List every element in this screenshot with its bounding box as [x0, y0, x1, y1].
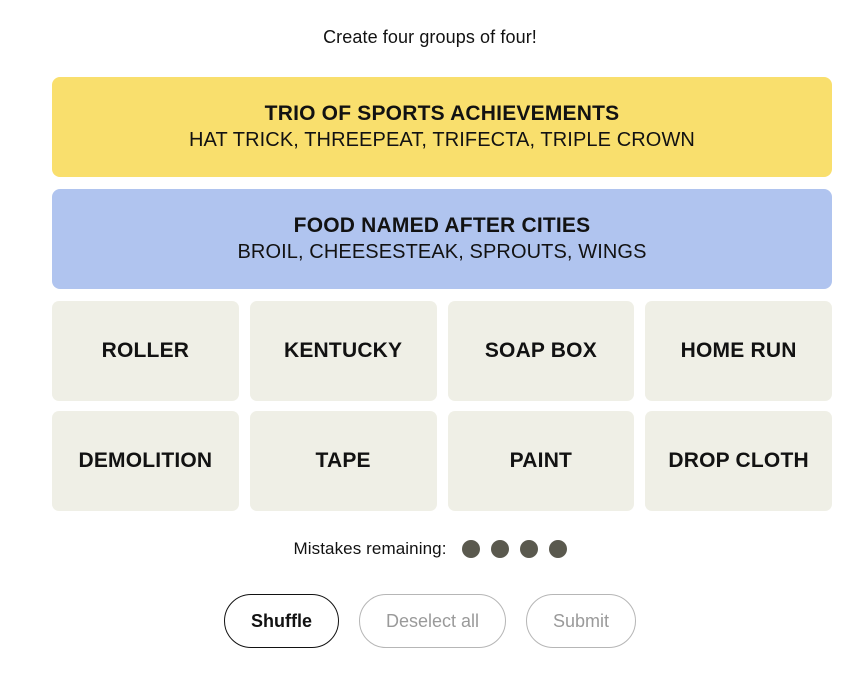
- solved-group-yellow: TRIO OF SPORTS ACHIEVEMENTS HAT TRICK, T…: [52, 77, 832, 177]
- solved-group-title: FOOD NAMED AFTER CITIES: [293, 214, 591, 237]
- deselect-all-button[interactable]: Deselect all: [358, 594, 506, 648]
- mistake-dot: [519, 540, 538, 558]
- connections-game: Create four groups of four! TRIO OF SPOR…: [0, 0, 860, 673]
- word-tile[interactable]: TAPE: [249, 411, 437, 511]
- solved-group-title: TRIO OF SPORTS ACHIEVEMENTS: [264, 102, 620, 125]
- word-tile[interactable]: HOME RUN: [645, 301, 832, 401]
- mistake-dot: [461, 540, 480, 558]
- shuffle-button[interactable]: Shuffle: [223, 594, 339, 648]
- word-tile[interactable]: DROP CLOTH: [645, 411, 832, 511]
- word-tile[interactable]: ROLLER: [52, 301, 239, 401]
- solved-groups-container: TRIO OF SPORTS ACHIEVEMENTS HAT TRICK, T…: [52, 77, 832, 301]
- page-title: Create four groups of four!: [323, 27, 537, 47]
- solved-group-words: HAT TRICK, THREEPEAT, TRIFECTA, TRIPLE C…: [189, 129, 695, 151]
- word-tile[interactable]: SOAP BOX: [447, 301, 635, 401]
- mistakes-label: Mistakes remaining:: [293, 539, 447, 558]
- solved-group-words: BROIL, CHEESESTEAK, SPROUTS, WINGS: [237, 241, 647, 263]
- solved-group-blue: FOOD NAMED AFTER CITIES BROIL, CHEESESTE…: [52, 189, 832, 289]
- mistakes-remaining: Mistakes remaining:: [0, 539, 860, 559]
- word-tile[interactable]: DEMOLITION: [52, 411, 239, 511]
- word-tile-grid: ROLLER KENTUCKY SOAP BOX HOME RUN DEMOLI…: [52, 301, 832, 511]
- submit-button[interactable]: Submit: [526, 594, 637, 648]
- word-tile[interactable]: KENTUCKY: [249, 301, 437, 401]
- word-tile[interactable]: PAINT: [447, 411, 635, 511]
- mistake-dot: [490, 540, 509, 558]
- action-buttons: Shuffle Deselect all Submit: [0, 594, 860, 648]
- mistake-dot: [548, 540, 567, 558]
